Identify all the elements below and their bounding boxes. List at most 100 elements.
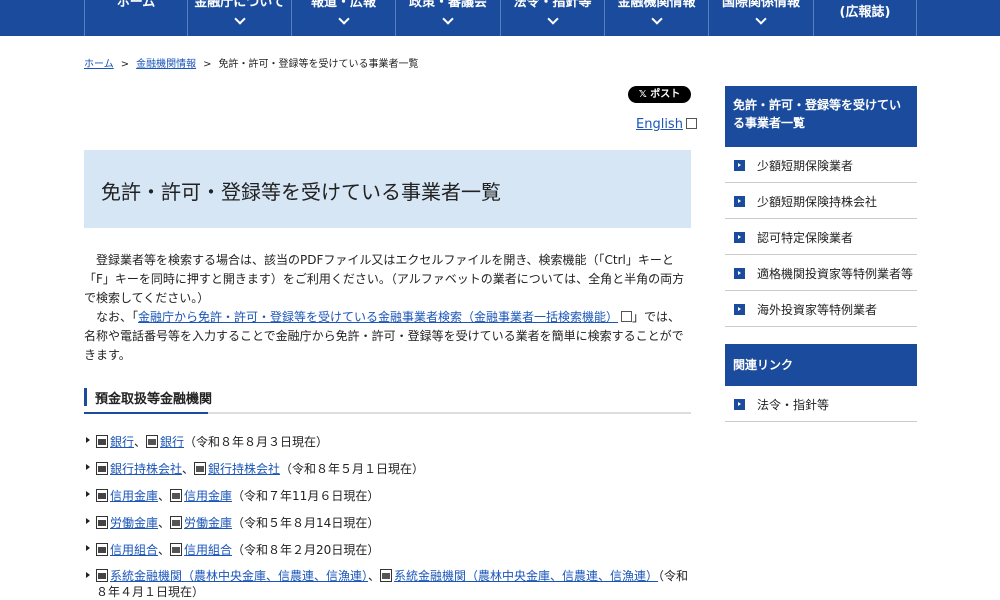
bullet-icon bbox=[86, 518, 90, 524]
arrow-right-icon bbox=[734, 268, 745, 279]
nav-international[interactable]: 国際関係情報 bbox=[708, 0, 813, 36]
pdf-icon bbox=[96, 489, 108, 502]
nav-label: 金融庁について bbox=[194, 0, 285, 10]
as-of-date: （令和８年８月３日現在） bbox=[184, 435, 329, 449]
breadcrumb-home-link[interactable]: ホーム bbox=[84, 59, 114, 70]
page-title: 免許・許可・登録等を受けている事業者一覧 bbox=[101, 180, 501, 204]
excel-icon bbox=[146, 435, 159, 448]
sidebar-item-label: 少額短期保険業者 bbox=[757, 159, 854, 173]
nav-about[interactable]: 金融庁について bbox=[187, 0, 291, 36]
as-of-date: （令和７年11月６日現在） bbox=[232, 489, 380, 503]
excel-icon bbox=[170, 543, 183, 556]
arrow-right-icon bbox=[734, 399, 745, 410]
separator: 、 bbox=[158, 543, 171, 557]
nav-policy[interactable]: 政策・審議会 bbox=[395, 0, 500, 36]
bullet-icon bbox=[86, 491, 90, 497]
list-item: 信用金庫、 信用金庫（令和７年11月６日現在） bbox=[84, 487, 691, 514]
pdf-icon bbox=[96, 516, 108, 529]
chevron-down-icon bbox=[755, 13, 767, 25]
nav-home[interactable]: ホーム bbox=[84, 0, 187, 36]
chevron-down-icon bbox=[442, 13, 454, 25]
as-of-date: （令和５年８月14日現在） bbox=[232, 516, 380, 530]
intro-paragraph-2: なお、「金融庁から免許・許可・登録等を受けている金融事業者検索（金融事業者一括検… bbox=[84, 308, 691, 365]
external-link-icon bbox=[685, 118, 697, 129]
pdf-link[interactable]: 信用金庫 bbox=[110, 489, 158, 503]
excel-icon bbox=[194, 462, 207, 475]
pdf-icon bbox=[96, 462, 108, 475]
sidebar-item-label: 海外投資家等特例業者 bbox=[757, 303, 878, 317]
nav-label: 政策・審議会 bbox=[408, 0, 487, 10]
related-link-laws[interactable]: 法令・指針等 bbox=[725, 386, 917, 422]
sidebar-item-qualified-investors[interactable]: 適格機関投資家等特例業者等 bbox=[725, 255, 917, 291]
separator: 、 bbox=[158, 489, 171, 503]
pdf-icon bbox=[96, 569, 108, 582]
excel-link[interactable]: 信用組合 bbox=[184, 543, 232, 557]
pdf-link[interactable]: 銀行 bbox=[110, 435, 134, 449]
excel-link[interactable]: 銀行 bbox=[160, 435, 184, 449]
nav-institutions[interactable]: 金融機関情報 bbox=[604, 0, 708, 36]
sidebar-item-label: 適格機関投資家等特例業者等 bbox=[757, 267, 914, 281]
sidebar-heading: 免許・許可・登録等を受けている事業者一覧 bbox=[725, 86, 917, 147]
separator: 、 bbox=[134, 435, 147, 449]
intro-text: 登録業者等を検索する場合は、該当のPDFファイル又はエクセルファイルを開き、検索… bbox=[84, 251, 691, 365]
arrow-right-icon bbox=[734, 304, 745, 315]
chevron-down-icon bbox=[337, 13, 350, 25]
chevron-down-icon bbox=[546, 13, 559, 25]
excel-link[interactable]: 銀行持株会社 bbox=[208, 462, 280, 476]
bullet-icon bbox=[86, 437, 90, 443]
bullet-icon bbox=[86, 464, 90, 470]
excel-link[interactable]: 信用金庫 bbox=[184, 489, 232, 503]
nav-label: ホーム bbox=[116, 0, 156, 10]
x-post-button[interactable]: 𝕏 ポスト bbox=[628, 86, 691, 103]
section-heading: 預金取扱等金融機関 bbox=[84, 388, 691, 414]
nav-label: 報道・広報 bbox=[310, 0, 376, 10]
list-item: 労働金庫、 労働金庫（令和５年８月14日現在） bbox=[84, 514, 691, 541]
list-item: 銀行持株会社、 銀行持株会社（令和８年５月１日現在） bbox=[84, 460, 691, 487]
excel-link[interactable]: 系統金融機関（農林中央金庫、信農連、信漁連） bbox=[394, 569, 658, 583]
excel-icon bbox=[170, 516, 183, 529]
nav-label: 金融機関情報 bbox=[617, 0, 696, 10]
excel-icon bbox=[380, 569, 393, 582]
breadcrumb-separator: > bbox=[203, 59, 212, 70]
list-item: 信用組合、 信用組合（令和８年２月20日現在） bbox=[84, 541, 691, 568]
list-item: 銀行、 銀行（令和８年８月３日現在） bbox=[84, 433, 691, 460]
breadcrumb: ホーム > 金融機関情報 > 免許・許可・登録等を受けている事業者一覧 bbox=[84, 55, 418, 70]
breadcrumb-current: 免許・許可・登録等を受けている事業者一覧 bbox=[218, 59, 419, 70]
pdf-link[interactable]: 系統金融機関（農林中央金庫、信農連、信漁連） bbox=[110, 569, 368, 583]
pdf-link[interactable]: 銀行持株会社 bbox=[110, 462, 182, 476]
intro-paragraph: 登録業者等を検索する場合は、該当のPDFファイル又はエクセルファイルを開き、検索… bbox=[84, 253, 685, 305]
external-link-icon bbox=[621, 311, 633, 322]
separator: 、 bbox=[158, 516, 171, 530]
list-item: 系統金融機関（農林中央金庫、信農連、信漁連）、 系統金融機関（農林中央金庫、信農連… bbox=[84, 568, 691, 600]
heading-bar bbox=[84, 388, 87, 406]
sidebar-item-overseas-investors[interactable]: 海外投資家等特例業者 bbox=[725, 291, 917, 327]
english-label: English bbox=[636, 117, 683, 132]
sidebar-item-label: 法令・指針等 bbox=[757, 398, 830, 412]
bullet-icon bbox=[86, 545, 90, 551]
pdf-link[interactable]: 信用組合 bbox=[110, 543, 158, 557]
english-link[interactable]: English bbox=[636, 117, 697, 132]
top-nav: ホーム 金融庁について 報道・広報 政策・審議会 法令・指針等 金融機関情報 国… bbox=[0, 0, 1000, 36]
sidebar-item-small-insurer-holding[interactable]: 少額短期保険持株会社 bbox=[725, 183, 917, 219]
pdf-icon bbox=[96, 435, 108, 448]
page-title-box: 免許・許可・登録等を受けている事業者一覧 bbox=[84, 150, 691, 228]
nav-laws[interactable]: 法令・指針等 bbox=[500, 0, 604, 36]
intro-text-span: なお、「 bbox=[96, 310, 139, 324]
entry-list: 銀行、 銀行（令和８年８月３日現在） 銀行持株会社、 銀行持株会社（令和８年５月１日… bbox=[84, 433, 691, 600]
bullet-icon bbox=[86, 572, 90, 578]
sidebar-item-specified-insurers[interactable]: 認可特定保険業者 bbox=[725, 219, 917, 255]
as-of-date: （令和８年２月20日現在） bbox=[232, 543, 380, 557]
sidebar-item-label: 認可特定保険業者 bbox=[757, 231, 854, 245]
heading-underline bbox=[84, 412, 208, 414]
bulk-search-link[interactable]: 金融庁から免許・許可・登録等を受けている金融事業者検索（金融事業者一括検索機能） bbox=[138, 310, 618, 324]
nav-magazine[interactable]: (広報誌) bbox=[813, 0, 917, 36]
breadcrumb-parent-link[interactable]: 金融機関情報 bbox=[136, 59, 196, 70]
sidebar-item-label: 少額短期保険持株会社 bbox=[757, 195, 878, 209]
pdf-link[interactable]: 労働金庫 bbox=[110, 516, 158, 530]
chevron-down-icon bbox=[233, 13, 246, 25]
sidebar-item-small-insurers[interactable]: 少額短期保険業者 bbox=[725, 147, 917, 183]
related-links-heading: 関連リンク bbox=[725, 344, 917, 386]
nav-press[interactable]: 報道・広報 bbox=[291, 0, 395, 36]
pdf-icon bbox=[96, 543, 108, 556]
excel-link[interactable]: 労働金庫 bbox=[184, 516, 232, 530]
